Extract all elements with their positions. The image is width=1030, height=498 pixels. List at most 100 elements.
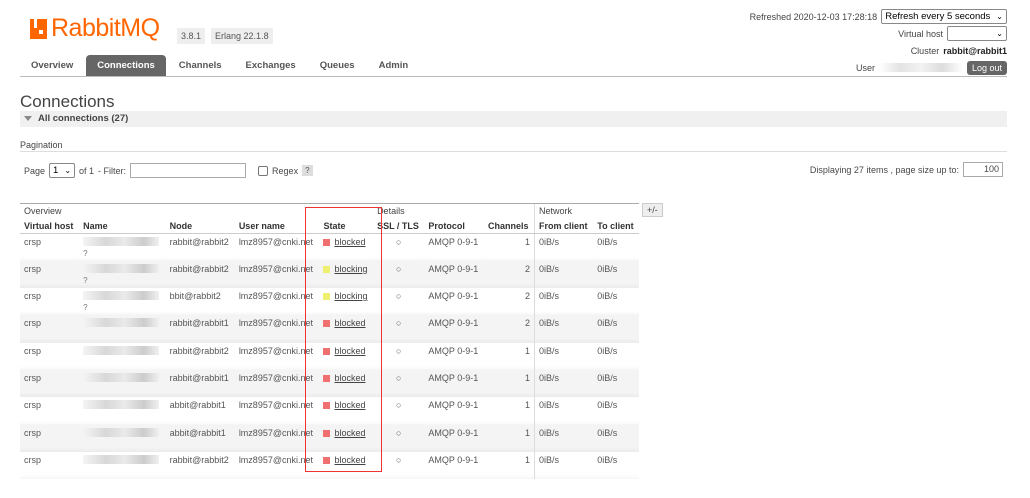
cell-from-client: 0iB/s [534,451,594,480]
table-row[interactable]: crsp rabbit@rabbit1 lmz8957@cnki.net blocke… [20,369,639,398]
table-row[interactable]: crsp? rabbit@rabbit2 lmz8957@cnki.net block… [20,233,639,261]
tab-connections[interactable]: Connections [86,55,166,76]
cell-ssl: ○ [373,233,425,261]
cell-name[interactable]: ? [79,233,166,261]
version-badges: 3.8.1 Erlang 22.1.8 [177,28,273,44]
cell-from-client: 0iB/s [534,288,594,316]
cell-user: lmz8957@cnki.net [234,424,320,452]
tab-exchanges[interactable]: Exchanges [235,55,307,76]
state-label[interactable]: blocked [334,455,365,465]
col-state[interactable]: State [319,218,374,234]
state-indicator [323,320,331,328]
table-row[interactable]: crsp abbit@rabbit1 lmz8957@cnki.net blocked… [20,424,639,452]
cell-from-client: 0iB/s [534,260,594,289]
table-row[interactable]: crsp? rabbit@rabbit2 lmz8957@cnki.net block… [20,260,639,289]
all-connections-toggle[interactable]: All connections (27) [20,111,1007,127]
cell-from-client: 0iB/s [534,315,594,343]
table-row[interactable]: crsp rabbit@rabbit2 lmz8957@cnki.net blocke… [20,342,639,370]
cell-channels: 2 [484,315,535,343]
col-user-name[interactable]: User name [234,218,320,234]
filter-input[interactable] [130,163,247,178]
state-label[interactable]: blocked [334,318,365,328]
cell-ssl: ○ [373,342,425,370]
col-from-client[interactable]: From client [534,218,594,234]
col-node[interactable]: Node [165,218,235,234]
group-overview: Overview [20,203,320,219]
cell-channels: 1 [484,342,535,370]
state-label[interactable]: blocking [334,264,367,274]
state-label[interactable]: blocked [334,346,365,356]
cell-name[interactable]: ? [79,288,166,316]
cell-vhost: crsp [20,451,80,480]
cell-user: lmz8957@cnki.net [234,342,320,370]
name-suffix: ? [83,249,88,258]
connection-name-redacted [83,427,160,437]
cluster-value: rabbit@rabbit1 [943,45,1007,56]
table-row[interactable]: crsp rabbit@rabbit2 lmz8957@cnki.net blocke… [20,451,639,480]
state-label[interactable]: blocking [334,291,367,301]
virtual-host-select[interactable]: ⌄ [947,26,1007,41]
cell-vhost: crsp [20,369,80,398]
connection-name-redacted [83,372,160,382]
cell-name[interactable]: ? [79,260,166,289]
cell-vhost: crsp [20,288,80,316]
cell-protocol: AMQP 0-9-1 [424,288,485,316]
main-nav: Overview Connections Channels Exchanges … [20,55,1007,77]
cell-name[interactable] [79,397,166,425]
regex-label: Regex [272,165,299,176]
cell-state: blocked [319,369,374,398]
cell-vhost: crsp [20,342,80,370]
col-to-client[interactable]: To client [593,218,639,234]
cell-protocol: AMQP 0-9-1 [424,397,485,425]
cell-state: blocked [319,451,374,480]
pagination-controls: Page 1 ⌄ of 1 - Filter: Regex ? [24,163,313,178]
state-label[interactable]: blocked [334,373,365,383]
tab-overview[interactable]: Overview [20,55,84,76]
page-label: Page [24,165,46,176]
tab-admin[interactable]: Admin [368,55,420,76]
col-protocol[interactable]: Protocol [424,218,485,234]
tab-queues[interactable]: Queues [309,55,366,76]
state-label[interactable]: blocked [334,400,365,410]
refresh-interval-select[interactable]: Refresh every 5 seconds ⌄ [881,9,1007,24]
cell-name[interactable] [79,315,166,343]
state-label[interactable]: blocked [334,428,365,438]
col-virtual-host[interactable]: Virtual host [20,218,80,234]
regex-checkbox[interactable] [258,165,269,176]
cell-ssl: ○ [373,260,425,289]
name-suffix: ? [83,303,88,313]
cell-node: rabbit@rabbit1 [165,369,235,398]
table-row[interactable]: crsp abbit@rabbit1 lmz8957@cnki.net blocked… [20,397,639,425]
col-name[interactable]: Name [79,218,166,234]
cell-user: lmz8957@cnki.net [234,233,320,261]
cell-ssl: ○ [373,369,425,398]
cell-name[interactable] [79,342,166,370]
cell-user: lmz8957@cnki.net [234,260,320,289]
cell-channels: 1 [484,424,535,452]
cell-to-client: 0iB/s [593,260,639,289]
rabbitmq-logo: RabbitMQ [30,14,160,43]
chevron-down-icon: ⌄ [996,29,1003,38]
table-row[interactable]: crsp? bbit@rabbit2 lmz8957@cnki.net blockin… [20,288,639,316]
cell-protocol: AMQP 0-9-1 [424,260,485,289]
cell-name[interactable] [79,369,166,398]
regex-help-button[interactable]: ? [302,165,313,176]
chevron-down-icon: ⌄ [996,12,1003,21]
columns-toggle-button[interactable]: +/- [642,203,663,217]
state-indicator [323,456,331,464]
cell-channels: 1 [484,233,535,261]
cell-to-client: 0iB/s [593,397,639,425]
col-channels[interactable]: Channels [484,218,535,234]
cell-protocol: AMQP 0-9-1 [424,369,485,398]
cell-name[interactable] [79,424,166,452]
page-size-input[interactable]: 100 [963,162,1003,177]
cell-channels: 2 [484,260,535,289]
table-row[interactable]: crsp rabbit@rabbit1 lmz8957@cnki.net blocke… [20,315,639,343]
tab-channels[interactable]: Channels [168,55,233,76]
cell-name[interactable] [79,451,166,480]
page-select[interactable]: 1 ⌄ [49,163,76,178]
cell-node: rabbit@rabbit2 [165,451,235,480]
displaying-text: Displaying 27 items , page size up to: [809,164,959,175]
col-ssl-tls[interactable]: SSL / TLS [373,218,425,234]
state-label[interactable]: blocked [334,237,365,247]
